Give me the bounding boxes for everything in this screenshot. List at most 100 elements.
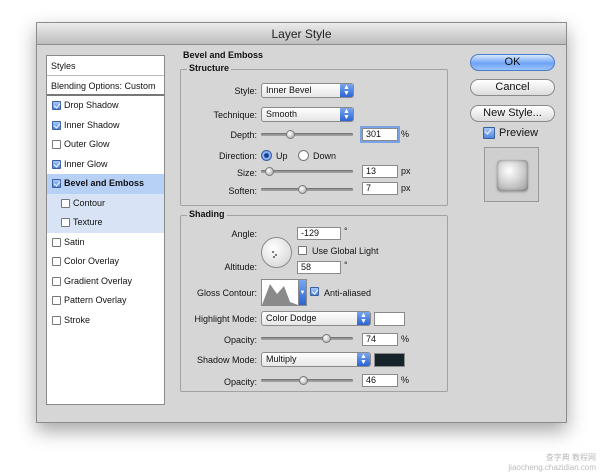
depth-input[interactable]: 301 [362,128,398,141]
soften-unit: px [401,183,411,193]
style-item-label: Gradient Overlay [64,275,133,286]
contour-dropdown-icon[interactable]: ▼ [299,279,307,306]
angle-dial[interactable] [261,237,292,268]
watermark-line-1: 查字典 教程网 [545,453,596,462]
angle-input[interactable]: -129 [297,227,341,240]
angle-dial-marker-icon [273,256,275,258]
altitude-label: Altitude: [224,262,257,272]
style-item-label: Bevel and Emboss [64,178,145,188]
style-item-inner-glow[interactable]: Inner Glow [47,155,164,175]
style-item-drop-shadow[interactable]: Drop Shadow [47,96,164,116]
soften-input[interactable]: 7 [362,182,398,195]
preview-checkbox[interactable] [483,127,495,139]
shadow-mode-select[interactable]: Multiply ▲ ▼ [261,352,371,367]
highlight-mode-value: Color Dodge [266,313,317,323]
altitude-unit: ° [344,260,348,270]
style-item-contour[interactable]: Contour [47,193,164,213]
highlight-opacity-label: Opacity: [223,335,257,345]
direction-up-radio[interactable] [261,150,272,161]
direction-up-label: Up [276,151,288,161]
direction-down-label: Down [313,151,337,161]
shading-legend: Shading [187,209,227,219]
anti-aliased-label: Anti-aliased [324,288,372,298]
style-item-pattern-overlay[interactable]: Pattern Overlay [47,291,164,311]
style-item-label: Stroke [64,314,91,325]
shadow-opacity-input[interactable]: 46 [362,374,398,387]
dialog-title: Layer Style [37,23,566,45]
highlight-opacity-input[interactable]: 74 [362,333,398,346]
depth-slider[interactable] [261,133,353,136]
style-item-label: Color Overlay [64,256,120,266]
highlight-mode-select[interactable]: Color Dodge ▲ ▼ [261,311,371,326]
preview-swatch [497,160,528,191]
shadow-mode-label: Shadow Mode: [196,355,257,365]
ok-button[interactable]: OK [470,54,555,71]
style-item-checkbox[interactable] [52,276,61,286]
style-item-checkbox[interactable] [61,218,70,228]
highlight-opacity-unit: % [401,334,410,344]
style-item-texture[interactable]: Texture [47,213,164,233]
gloss-contour-label: Gloss Contour: [196,288,257,298]
technique-select[interactable]: Smooth ▲ ▼ [261,107,354,122]
direction-down-radio[interactable] [298,150,309,161]
style-item-checkbox[interactable] [52,159,61,169]
new-style-button[interactable]: New Style... [470,105,555,122]
style-item-checkbox[interactable] [52,101,61,111]
style-item-checkbox[interactable] [61,198,70,208]
technique-label: Technique: [213,110,257,120]
use-global-light-label: Use Global Light [312,246,379,256]
styles-header[interactable]: Styles [47,56,164,76]
technique-select-value: Smooth [266,109,298,119]
shadow-color-swatch[interactable] [374,353,405,367]
shadow-mode-value: Multiply [266,354,297,364]
highlight-opacity-slider[interactable] [261,337,353,340]
style-item-label: Drop Shadow [64,100,119,110]
style-item-checkbox[interactable] [52,140,61,150]
style-item-bevel-and-emboss[interactable]: Bevel and Emboss [47,174,164,194]
angle-label: Angle: [231,229,257,239]
highlight-mode-label: Highlight Mode: [194,314,257,324]
use-global-light-checkbox[interactable] [298,246,307,255]
select-arrows-icon: ▲ ▼ [357,312,370,325]
style-item-inner-shadow[interactable]: Inner Shadow [47,116,164,136]
size-slider[interactable] [261,170,353,173]
style-item-satin[interactable]: Satin [47,233,164,253]
highlight-color-swatch[interactable] [374,312,405,326]
style-item-checkbox[interactable] [52,257,61,267]
size-unit: px [401,166,411,176]
style-preview-thumbnail [484,147,539,202]
gloss-contour-picker[interactable] [261,279,299,306]
style-item-checkbox[interactable] [52,120,61,130]
altitude-input[interactable]: 58 [297,261,341,274]
angle-dial-marker-icon [275,254,277,256]
style-item-checkbox[interactable] [52,296,61,306]
style-items: Drop Shadow Inner Shadow Outer Glow Inner G… [47,96,164,330]
style-item-gradient-overlay[interactable]: Gradient Overlay [47,272,164,292]
style-item-label: Outer Glow [64,139,110,149]
structure-legend: Structure [187,63,232,73]
style-item-checkbox[interactable] [52,315,61,325]
size-label: Size: [236,168,257,178]
shadow-opacity-label: Opacity: [223,377,257,387]
select-arrows-icon: ▲ ▼ [340,108,353,121]
cancel-button[interactable]: Cancel [470,79,555,96]
soften-label: Soften: [228,186,257,196]
style-select-value: Inner Bevel [266,85,312,95]
bevel-emboss-title: Bevel and Emboss [183,50,264,60]
blending-options-item[interactable]: Blending Options: Custom [47,76,164,96]
size-input[interactable]: 13 [362,165,398,178]
watermark-line-2: jiaocheng.chazidian.com [508,463,596,472]
depth-slider-thumb[interactable] [285,130,295,139]
styles-list: Styles Blending Options: Custom Drop Sha… [46,55,165,405]
angle-dial-marker-icon [272,251,274,253]
layer-style-dialog: Layer Style Styles Blending Options: Cus… [36,22,567,423]
depth-label: Depth: [230,130,257,140]
style-item-outer-glow[interactable]: Outer Glow [47,135,164,155]
style-item-color-overlay[interactable]: Color Overlay [47,252,164,272]
style-item-checkbox[interactable] [52,179,61,189]
style-item-stroke[interactable]: Stroke [47,311,164,331]
anti-aliased-checkbox[interactable] [310,287,319,296]
depth-unit: % [401,129,410,139]
style-select[interactable]: Inner Bevel ▲ ▼ [261,83,354,98]
style-item-checkbox[interactable] [52,237,61,247]
